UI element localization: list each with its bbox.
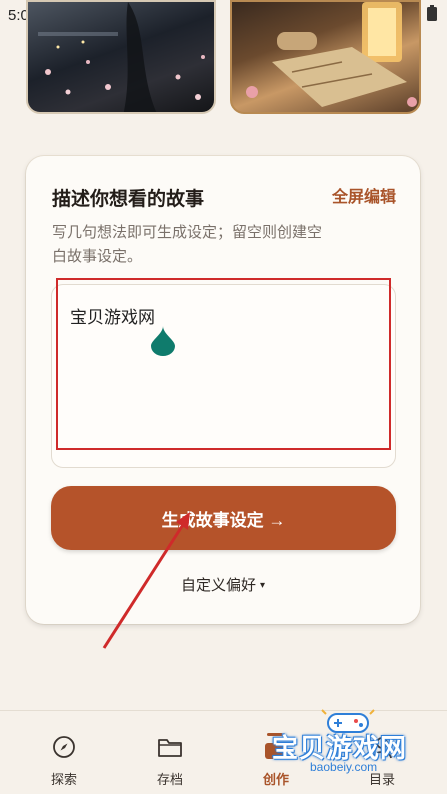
generate-story-button[interactable]: 生成故事设定 → [51,486,396,550]
chevron-down-icon: ▾ [259,580,266,591]
create-icon [246,733,306,761]
card-description: 写几句想法即可生成设定；留空则创建空白故事设定。 [52,223,323,265]
nav-explore[interactable]: 探索 [34,733,94,788]
nav-archive-label: 存档 [156,773,183,788]
text-cursor-handle[interactable] [151,326,175,356]
nav-explore-label: 探索 [50,773,77,788]
customize-preferences-toggle[interactable]: 自定义偏好 ▾ [26,574,420,595]
nav-archive[interactable]: 存档 [140,733,200,788]
customize-label: 自定义偏好 [180,576,256,594]
card-title: 描述你想看的故事 [52,188,205,210]
bottom-navigation: 探索 存档 创作 目录 [0,710,447,794]
story-idea-input-value: 宝贝游戏网 [70,308,155,328]
story-thumbnail-night-garden[interactable] [26,0,216,114]
folder-icon [140,733,200,761]
story-prompt-card: 描述你想看的故事 全屏编辑 写几句想法即可生成设定；留空则创建空白故事设定。 宝… [26,156,420,624]
nav-profile-label: 目录 [368,773,395,788]
profile-icon [352,733,412,761]
nav-create[interactable]: 创作 [246,733,306,788]
fullscreen-edit-link[interactable]: 全屏编辑 [332,183,396,207]
compass-icon [34,733,94,761]
nav-create-label: 创作 [262,773,289,788]
nav-profile[interactable]: 目录 [352,733,412,788]
story-thumbnail-old-map[interactable] [230,0,421,114]
story-idea-input[interactable]: 宝贝游戏网 [51,284,396,468]
battery-icon [427,5,437,25]
